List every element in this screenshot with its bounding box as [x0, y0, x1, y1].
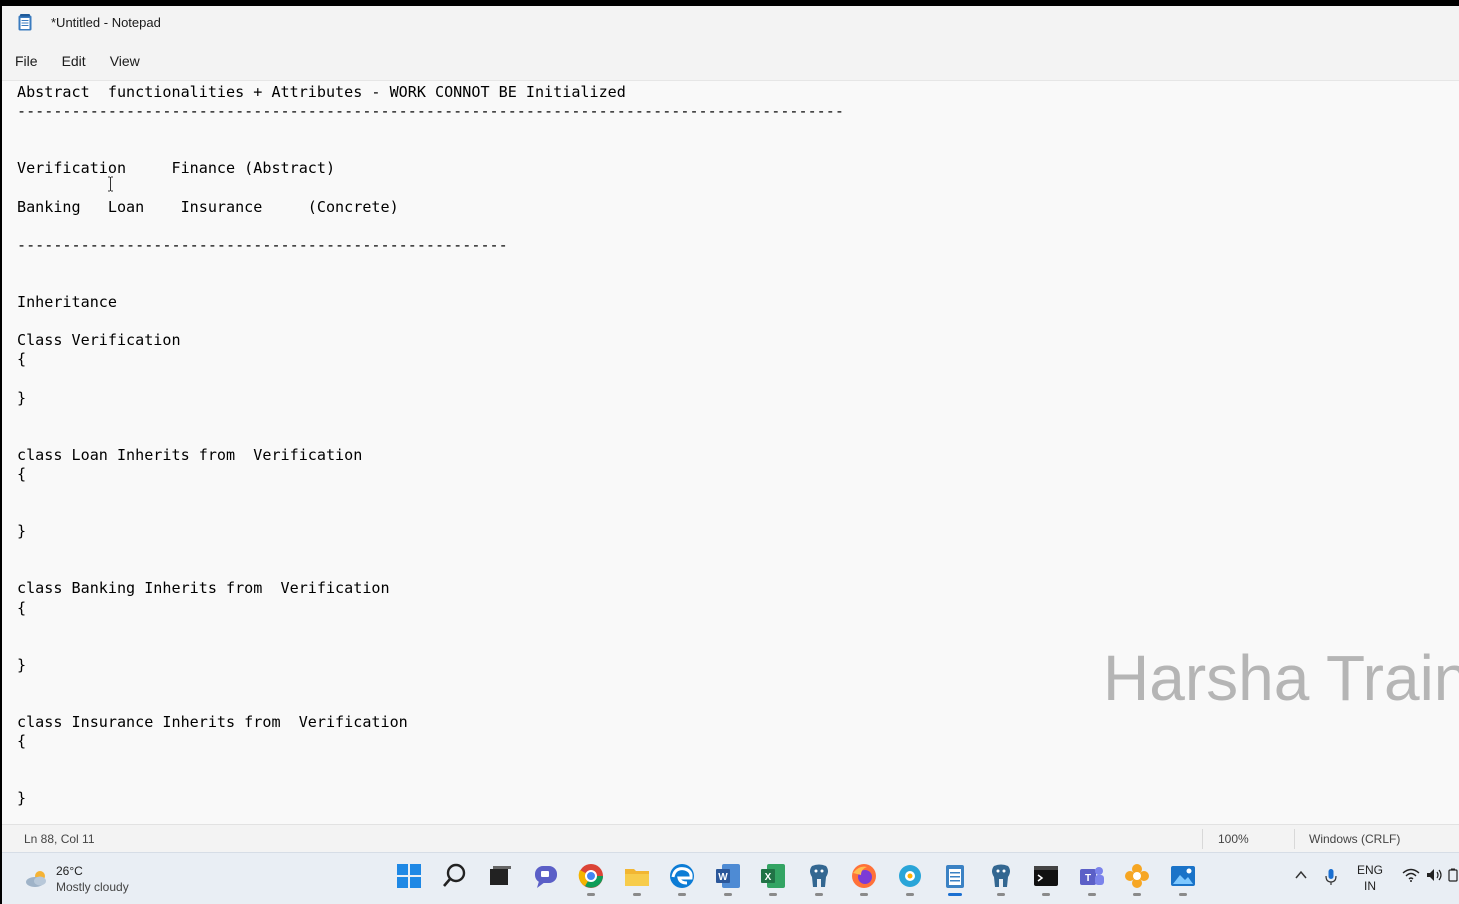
flower-app-icon [1125, 864, 1149, 888]
app-gear-icon [898, 865, 921, 887]
taskbar-terminal-button[interactable] [1031, 861, 1061, 896]
running-indicator [769, 893, 777, 896]
title-bar[interactable]: *Untitled - Notepad [2, 6, 1459, 40]
menu-file[interactable]: File [2, 46, 50, 76]
microphone-icon[interactable] [1324, 868, 1338, 886]
taskbar-excel-button[interactable]: X [758, 861, 788, 896]
notepad-icon [946, 865, 964, 888]
running-indicator [678, 893, 686, 896]
status-bar: Ln 88, Col 11 100% Windows (CRLF) [2, 824, 1459, 853]
firefox-icon [852, 864, 876, 888]
battery-icon[interactable] [1448, 868, 1458, 882]
taskbar-file-explorer-button[interactable] [622, 861, 652, 896]
cursor-position: Ln 88, Col 11 [24, 832, 95, 846]
status-divider [1294, 829, 1295, 849]
running-indicator [948, 893, 962, 896]
taskbar-chat-button[interactable] [531, 861, 561, 891]
taskbar-edge-button[interactable] [667, 861, 697, 896]
search-icon [442, 863, 465, 887]
text-editor[interactable]: Abstract functionalities + Attributes - … [2, 80, 1459, 824]
language-region: IN [1364, 879, 1376, 893]
running-indicator [905, 893, 914, 896]
window-title: *Untitled - Notepad [51, 15, 161, 30]
running-indicator [1133, 893, 1141, 896]
volume-icon[interactable] [1426, 868, 1444, 882]
taskbar-start-button[interactable] [394, 861, 424, 891]
running-indicator [587, 893, 595, 896]
notepad-window: *Untitled - Notepad File Edit View Abstr… [2, 6, 1459, 904]
menu-edit[interactable]: Edit [50, 46, 98, 76]
weather-widget[interactable]: 26°C Mostly cloudy [24, 863, 129, 895]
text-cursor-icon [108, 176, 113, 192]
svg-text:W: W [718, 872, 728, 883]
taskbar-task-view-button[interactable] [485, 861, 515, 891]
notepad-app-icon [18, 14, 32, 31]
chevron-up-icon[interactable] [1294, 868, 1308, 882]
chat-icon [534, 866, 557, 888]
menu-bar: File Edit View [2, 46, 152, 76]
menu-view[interactable]: View [98, 46, 152, 76]
running-indicator [632, 893, 641, 896]
chrome-icon [578, 864, 603, 888]
taskbar-postgres-button[interactable] [804, 861, 834, 896]
taskbar-notepad-button[interactable] [940, 861, 970, 896]
running-indicator [1087, 893, 1096, 896]
taskbar-teams-button[interactable]: T [1077, 861, 1107, 896]
start-icon [397, 864, 421, 888]
task-view-icon [490, 866, 511, 885]
language-indicator[interactable]: ENG IN [1357, 862, 1383, 894]
elephant-icon [991, 864, 1010, 887]
taskbar-search-button[interactable] [440, 861, 470, 891]
taskbar-photos-button[interactable] [1168, 861, 1198, 896]
taskbar-firefox-button[interactable] [849, 861, 879, 896]
running-indicator [1042, 893, 1050, 896]
wifi-icon[interactable] [1402, 868, 1420, 882]
taskbar-word-button[interactable]: W [713, 861, 743, 896]
running-indicator [723, 893, 732, 896]
watermark: Harsha Train [1103, 642, 1459, 714]
zoom-level: 100% [1218, 832, 1249, 846]
running-indicator [1178, 893, 1187, 896]
taskbar: 26°C Mostly cloudy W X T ENG IN [2, 852, 1459, 904]
language-code: ENG [1357, 863, 1384, 877]
svg-text:X: X [765, 872, 772, 883]
running-indicator [860, 893, 868, 896]
file-explorer-icon [624, 869, 649, 886]
taskbar-app-gear-button[interactable] [895, 861, 925, 896]
taskbar-chrome-button[interactable] [576, 861, 606, 896]
edge-icon [670, 864, 694, 888]
teams-icon: T [1079, 867, 1104, 885]
taskbar-flower-app-button[interactable] [1122, 861, 1152, 896]
cloud-sun-icon [26, 871, 46, 887]
photos-icon [1170, 866, 1195, 886]
running-indicator [814, 893, 823, 896]
running-indicator [996, 893, 1005, 896]
excel-icon: X [761, 864, 785, 888]
line-ending: Windows (CRLF) [1309, 832, 1401, 846]
svg-text:T: T [1084, 873, 1090, 884]
status-divider [1202, 829, 1203, 849]
weather-condition: Mostly cloudy [56, 880, 129, 894]
taskbar-apps: WXT [394, 861, 1213, 896]
postgres-icon [809, 864, 828, 887]
terminal-icon [1034, 866, 1058, 886]
taskbar-elephant-button[interactable] [986, 861, 1016, 896]
editor-text[interactable]: Abstract functionalities + Attributes - … [17, 83, 844, 809]
word-icon: W [715, 864, 740, 888]
weather-temp: 26°C [56, 864, 83, 878]
